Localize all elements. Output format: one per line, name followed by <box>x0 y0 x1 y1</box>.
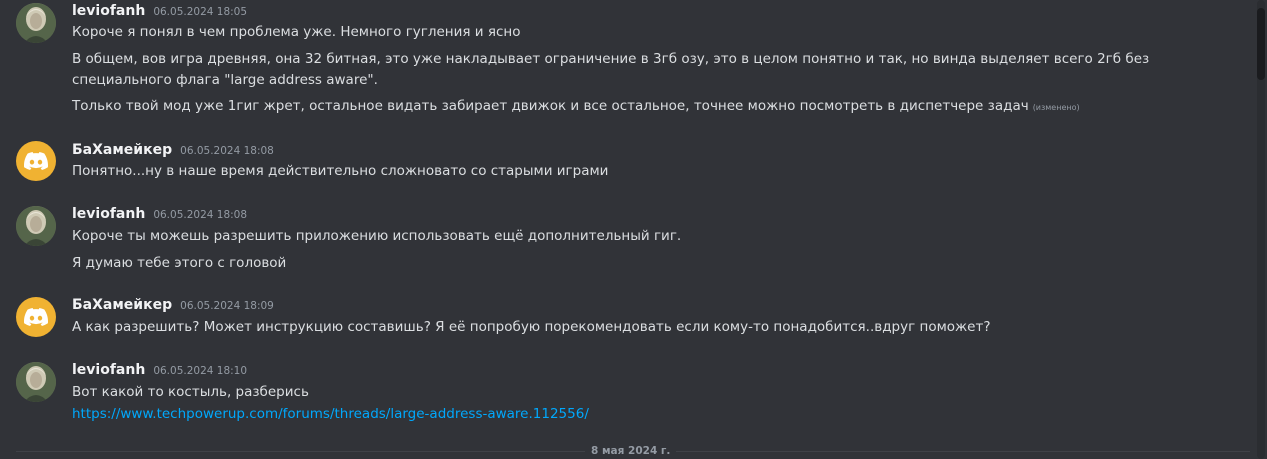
username[interactable]: leviofanh <box>72 3 145 19</box>
message-text: Вот какой то костыль, разберись <box>72 384 309 400</box>
timestamp[interactable]: 06.05.2024 18:10 <box>153 365 247 377</box>
timestamp[interactable]: 06.05.2024 18:05 <box>153 6 247 18</box>
message-header: leviofanh 06.05.2024 18:08 <box>72 206 247 222</box>
message-text: Короче я понял в чем проблема уже. Немно… <box>72 24 521 40</box>
username[interactable]: leviofanh <box>72 362 145 378</box>
message-header: leviofanh 06.05.2024 18:10 <box>72 362 247 378</box>
user-avatar[interactable] <box>16 297 56 337</box>
message-link-line: https://www.techpowerup.com/forums/threa… <box>72 404 589 425</box>
message-text: А как разрешить? Может инструкцию состав… <box>72 319 991 335</box>
user-avatar[interactable] <box>16 3 56 43</box>
message-header: leviofanh 06.05.2024 18:05 <box>72 3 247 19</box>
discord-logo-icon <box>24 308 48 326</box>
message-text: Короче ты можешь разрешить приложению ис… <box>72 228 682 244</box>
portrait-avatar-icon <box>16 206 56 246</box>
chat-messages: leviofanh 06.05.2024 18:05 Короче я поня… <box>0 0 1267 459</box>
portrait-avatar-icon <box>16 3 56 43</box>
message-text: Я думаю тебе этого с головой <box>72 255 287 271</box>
message-text: В общем, вов игра древняя, она 32 битная… <box>72 51 1150 67</box>
timestamp[interactable]: 06.05.2024 18:08 <box>153 209 247 221</box>
message-text: специального флага "large address aware"… <box>72 72 378 88</box>
message-link[interactable]: https://www.techpowerup.com/forums/threa… <box>72 406 589 422</box>
timestamp[interactable]: 06.05.2024 18:08 <box>180 145 274 157</box>
discord-logo-icon <box>24 152 48 170</box>
message-text: Только твой мод уже 1гиг жрет, остальное… <box>72 98 1029 114</box>
date-divider-label: 8 мая 2024 г. <box>585 445 677 458</box>
timestamp[interactable]: 06.05.2024 18:09 <box>180 300 274 312</box>
user-avatar[interactable] <box>16 362 56 402</box>
message-text-edited: Только твой мод уже 1гиг жрет, остальное… <box>72 96 1080 118</box>
message-header: БаХамейкер 06.05.2024 18:09 <box>72 297 274 313</box>
message-header: БаХамейкер 06.05.2024 18:08 <box>72 142 274 158</box>
portrait-avatar-icon <box>16 362 56 402</box>
username[interactable]: leviofanh <box>72 206 145 222</box>
scrollbar-thumb[interactable] <box>1257 8 1265 80</box>
edited-label: (изменено) <box>1032 103 1080 112</box>
user-avatar[interactable] <box>16 141 56 181</box>
user-avatar[interactable] <box>16 206 56 246</box>
username[interactable]: БаХамейкер <box>72 142 172 158</box>
message-text: Понятно...ну в наше время действительно … <box>72 163 609 179</box>
username[interactable]: БаХамейкер <box>72 297 172 313</box>
